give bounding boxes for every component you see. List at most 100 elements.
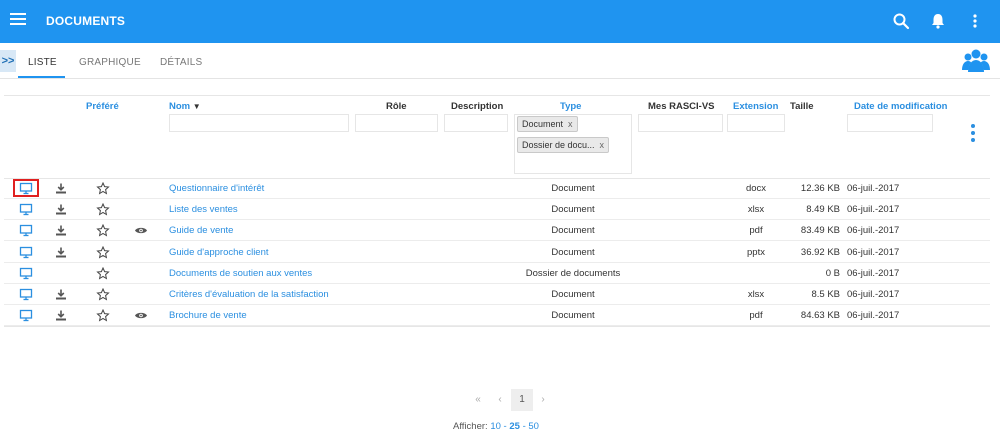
star-icon[interactable] [96,224,110,237]
star-icon[interactable] [96,245,110,259]
active-tab-indicator [18,76,65,78]
view-tabs: >> LISTE GRAPHIQUE DÉTAILS [0,43,1000,79]
monitor-icon[interactable] [19,246,33,259]
column-header-size[interactable]: Taille [790,101,814,112]
bell-icon[interactable] [929,12,947,30]
document-name-link[interactable]: Guide d'approche client [169,247,269,258]
document-date: 06-juil.-2017 [847,310,900,322]
rasci-filter-input[interactable] [638,114,723,132]
star-icon[interactable] [96,202,110,216]
remove-chip-icon[interactable]: x [600,140,605,150]
document-name-link[interactable]: Questionnaire d'intérêt [169,183,264,194]
description-filter-input[interactable] [444,114,508,132]
column-header-extension[interactable]: Extension [733,101,778,112]
table-row[interactable]: Brochure de vente Document pdf 84.63 KB 06-j… [4,305,990,327]
column-header-rasci[interactable]: Mes RASCI-VS [648,101,715,112]
page-size-selector: Afficher: 10 - 25 - 50 [453,421,539,432]
page-1-button[interactable]: 1 [511,389,533,411]
column-header-favorite[interactable]: Préféré [86,101,119,112]
remove-chip-icon[interactable]: x [568,119,573,129]
document-name-link[interactable]: Brochure de vente [169,310,247,321]
document-size: 84.63 KB [800,310,840,322]
role-filter-input[interactable] [355,114,438,132]
document-type: Document [551,289,595,300]
more-vertical-icon[interactable] [966,12,984,30]
first-page-button[interactable]: « [470,389,486,411]
eye-icon[interactable] [134,309,148,322]
download-icon[interactable] [54,246,68,259]
document-type: Document [551,204,595,216]
document-date: 06-juil.-2017 [847,183,900,194]
page-size-25[interactable]: 25 [509,421,520,432]
table-row[interactable]: Questionnaire d'intérêt Document docx 12.36… [4,178,990,199]
eye-icon[interactable] [134,224,148,237]
type-chip-folder[interactable]: Dossier de docu... x [517,137,610,153]
table-row[interactable]: Liste des ventes Document xlsx 8.49 KB 06-ju… [4,199,990,221]
tab-liste[interactable]: LISTE [28,57,57,68]
column-header-type[interactable]: Type [560,101,581,112]
column-header-modified[interactable]: Date de modification [854,101,947,112]
document-date: 06-juil.-2017 [847,204,900,216]
document-extension: pdf [749,225,763,237]
users-icon[interactable] [962,48,990,74]
extension-filter-input[interactable] [727,114,785,132]
type-filter[interactable]: Document x Dossier de docu... x [514,114,632,174]
document-type: Document [551,310,595,322]
table-row[interactable]: Guide de vente Document pdf 83.49 KB 06-juil… [4,220,990,242]
tab-graphique[interactable]: GRAPHIQUE [79,57,141,68]
document-name-link[interactable]: Liste des ventes [169,204,238,215]
document-name-link[interactable]: Documents de soutien aux ventes [169,268,312,279]
document-extension: pptx [747,246,765,258]
download-icon[interactable] [54,203,68,216]
document-name-link[interactable]: Critères d'évaluation de la satisfaction [169,289,329,300]
documents-grid: Préféré Nom ▼ Rôle Description Type Mes … [4,95,990,327]
monitor-icon[interactable] [19,309,33,322]
next-page-button[interactable]: › [535,389,551,411]
document-type: Dossier de documents [525,267,621,279]
date-filter-input[interactable] [847,114,933,132]
monitor-icon[interactable] [19,288,33,301]
search-icon[interactable] [892,12,910,30]
document-size: 8.49 KB [806,204,840,216]
star-icon[interactable] [96,287,110,301]
name-filter-input[interactable] [169,114,349,132]
sort-desc-icon: ▼ [192,102,201,111]
prev-page-button[interactable]: ‹ [492,389,508,411]
document-name-link[interactable]: Guide de vente [169,225,233,236]
table-row[interactable]: Guide d'approche client Document pptx 36.92… [4,242,990,263]
document-size: 36.92 KB [800,246,840,258]
monitor-icon[interactable] [19,182,33,195]
document-extension: xlsx [747,204,765,216]
document-date: 06-juil.-2017 [847,267,900,279]
table-row[interactable]: Documents de soutien aux ventes Dossier d… [4,263,990,284]
document-date: 06-juil.-2017 [847,246,900,258]
tab-details[interactable]: DÉTAILS [160,57,202,68]
type-chip-label: Dossier de docu... [522,140,595,150]
page-size-label: Afficher: [453,421,488,432]
monitor-icon[interactable] [19,203,33,216]
column-header-name[interactable]: Nom ▼ [169,101,201,112]
sidebar-expand-button[interactable]: >> [0,50,16,72]
document-extension: pdf [749,310,763,322]
download-icon[interactable] [54,224,68,237]
page-size-50[interactable]: 50 [528,421,539,432]
download-icon[interactable] [54,182,68,195]
column-header-name-label: Nom [169,101,191,112]
menu-icon[interactable] [10,13,26,29]
monitor-icon[interactable] [19,224,33,237]
table-row[interactable]: Critères d'évaluation de la satisfaction… [4,284,990,305]
star-icon[interactable] [96,266,110,280]
page-size-10[interactable]: 10 [490,421,501,432]
column-header-description[interactable]: Description [451,101,503,112]
monitor-icon[interactable] [19,267,33,280]
column-header-role[interactable]: Rôle [386,101,407,112]
download-icon[interactable] [54,288,68,301]
document-extension: docx [745,183,767,194]
type-chip-label: Document [522,119,564,129]
type-chip-document[interactable]: Document x [517,116,578,132]
column-menu-icon[interactable] [971,124,977,142]
star-icon[interactable] [96,181,110,195]
document-size: 8.5 KB [811,289,840,300]
download-icon[interactable] [54,309,68,322]
star-icon[interactable] [96,308,110,322]
